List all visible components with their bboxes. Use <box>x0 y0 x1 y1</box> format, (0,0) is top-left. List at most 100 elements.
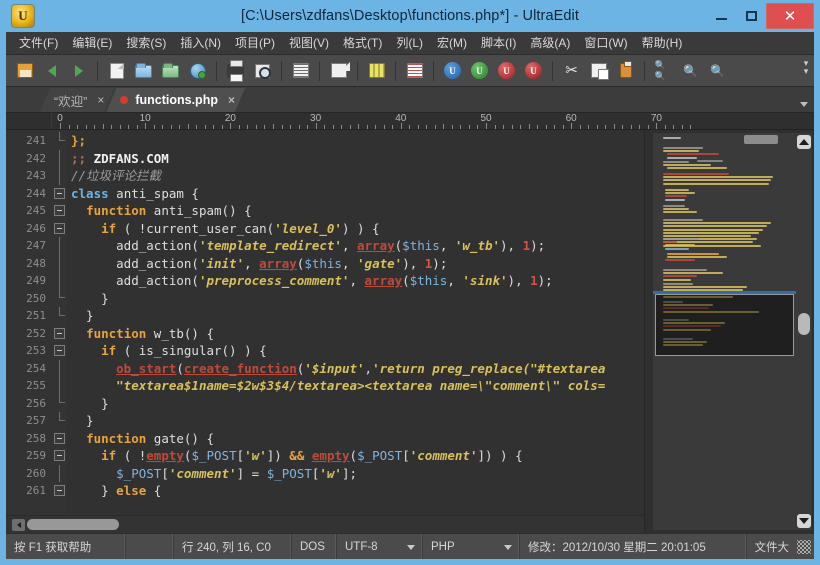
fold-collapse-icon[interactable] <box>54 328 65 339</box>
scroll-down-arrow-icon[interactable] <box>797 514 811 528</box>
code-folding-gutter[interactable] <box>52 130 67 515</box>
new-file-icon[interactable] <box>104 58 129 83</box>
cut-icon[interactable]: ✂ <box>559 58 584 83</box>
fold-marker-row[interactable] <box>52 132 67 150</box>
language-dropdown-icon[interactable] <box>504 545 512 550</box>
menu-item-6[interactable]: 格式(T) <box>336 31 389 55</box>
fold-marker-row[interactable] <box>52 290 67 308</box>
minimap-vertical-scrollbar[interactable] <box>796 133 812 530</box>
code-token: add_action( <box>71 273 199 288</box>
find-next-icon[interactable]: 🔍 <box>705 58 730 83</box>
menu-item-3[interactable]: 插入(N) <box>173 31 228 55</box>
fold-collapse-icon[interactable] <box>54 188 65 199</box>
uc-replace-icon[interactable]: U <box>521 58 546 83</box>
status-cursor-position[interactable]: 行 240, 列 16, C0 <box>174 534 292 559</box>
minimize-button[interactable] <box>706 3 736 29</box>
scroll-up-arrow-icon[interactable] <box>797 135 811 149</box>
ruler-number: 60 <box>566 113 577 124</box>
horizontal-scroll-thumb[interactable] <box>27 519 119 530</box>
fold-collapse-icon[interactable] <box>54 450 65 461</box>
tab-close-icon[interactable]: × <box>97 93 104 107</box>
status-language[interactable]: PHP <box>423 534 520 559</box>
menu-item-12[interactable]: 帮助(H) <box>635 31 690 55</box>
menu-item-2[interactable]: 搜索(S) <box>119 31 173 55</box>
menu-item-0[interactable]: 文件(F) <box>12 31 65 55</box>
spell-check-icon[interactable] <box>326 58 351 83</box>
document-tab-1[interactable]: functions.php× <box>106 88 245 112</box>
save-as-icon[interactable] <box>12 58 37 83</box>
code-editor[interactable]: 2412422432442452462472482492502512522532… <box>6 130 644 515</box>
fold-marker-row[interactable] <box>52 447 67 465</box>
fold-marker-row[interactable] <box>52 185 67 203</box>
fold-collapse-icon[interactable] <box>54 433 65 444</box>
status-line-ending[interactable]: DOS <box>292 534 337 559</box>
print-preview-icon[interactable] <box>250 58 275 83</box>
open-folder-icon[interactable] <box>131 58 156 83</box>
fold-marker-row[interactable] <box>52 482 67 500</box>
horizontal-scrollbar[interactable] <box>6 515 644 533</box>
code-line: ;; ZDFANS.COM <box>71 150 644 168</box>
fold-marker-row[interactable] <box>52 237 67 255</box>
uc-find-icon[interactable]: U <box>494 58 519 83</box>
fold-marker-row[interactable] <box>52 395 67 413</box>
uc-format-icon[interactable]: U <box>467 58 492 83</box>
fold-marker-row[interactable] <box>52 272 67 290</box>
tab-list-dropdown-icon[interactable] <box>800 102 808 107</box>
word-wrap-icon[interactable] <box>288 58 313 83</box>
menu-item-8[interactable]: 宏(M) <box>430 31 474 55</box>
fold-marker-row[interactable] <box>52 167 67 185</box>
minimap-viewport-box[interactable] <box>655 294 794 356</box>
fold-marker-row[interactable] <box>52 465 67 483</box>
fold-collapse-icon[interactable] <box>54 223 65 234</box>
status-encoding[interactable]: UTF-8 <box>337 534 423 559</box>
fold-marker-row[interactable] <box>52 412 67 430</box>
menu-item-4[interactable]: 项目(P) <box>228 31 282 55</box>
fold-marker-row[interactable] <box>52 342 67 360</box>
vertical-scroll-thumb[interactable] <box>798 313 810 335</box>
menu-item-9[interactable]: 脚本(I) <box>474 31 523 55</box>
scroll-left-arrow-icon[interactable] <box>12 519 25 531</box>
ruler-tick <box>673 125 674 129</box>
fold-marker-row[interactable] <box>52 255 67 273</box>
fold-marker-row[interactable] <box>52 377 67 395</box>
fold-marker-row[interactable] <box>52 360 67 378</box>
toolbar-overflow-button[interactable]: ▾▾ <box>801 59 811 75</box>
forward-arrow-icon[interactable] <box>66 58 91 83</box>
find-prev-icon[interactable]: 🔍 <box>678 58 703 83</box>
code-text-area[interactable]: };;; ZDFANS.COM//垃圾评论拦截class anti_spam {… <box>67 130 644 515</box>
back-arrow-icon[interactable] <box>39 58 64 83</box>
minimap[interactable] <box>653 133 796 530</box>
fold-marker-row[interactable] <box>52 325 67 343</box>
print-icon[interactable] <box>223 58 248 83</box>
fold-collapse-icon[interactable] <box>54 205 65 216</box>
fold-marker-row[interactable] <box>52 202 67 220</box>
encoding-dropdown-icon[interactable] <box>407 545 415 550</box>
fold-collapse-icon[interactable] <box>54 485 65 496</box>
menu-item-1[interactable]: 编辑(E) <box>65 31 119 55</box>
fold-marker-row[interactable] <box>52 430 67 448</box>
close-button[interactable]: ✕ <box>766 3 814 29</box>
line-number: 249 <box>6 272 52 290</box>
menu-item-10[interactable]: 高级(A) <box>523 31 577 55</box>
tab-close-icon[interactable]: × <box>228 93 235 107</box>
open-project-icon[interactable] <box>158 58 183 83</box>
fold-marker-row[interactable] <box>52 220 67 238</box>
menu-item-7[interactable]: 列(L) <box>389 31 430 55</box>
maximize-button[interactable] <box>736 3 766 29</box>
resize-grip-icon[interactable] <box>797 540 811 554</box>
find-icon[interactable]: 🔍🔍 <box>651 58 676 83</box>
fold-marker-row[interactable] <box>52 307 67 325</box>
fold-collapse-icon[interactable] <box>54 345 65 356</box>
column-mode-icon[interactable] <box>364 58 389 83</box>
line-numbers-icon[interactable] <box>402 58 427 83</box>
paste-icon[interactable] <box>613 58 638 83</box>
copy-icon[interactable] <box>586 58 611 83</box>
menu-item-11[interactable]: 窗口(W) <box>577 31 634 55</box>
open-from-web-icon[interactable] <box>185 58 210 83</box>
minimap-tab-handle[interactable] <box>744 135 778 144</box>
menu-item-5[interactable]: 视图(V) <box>282 31 336 55</box>
ruler-tick <box>137 125 138 129</box>
document-tab-0[interactable]: “欢迎”× <box>40 88 114 112</box>
uc-convert-icon[interactable]: U <box>440 58 465 83</box>
fold-marker-row[interactable] <box>52 150 67 168</box>
